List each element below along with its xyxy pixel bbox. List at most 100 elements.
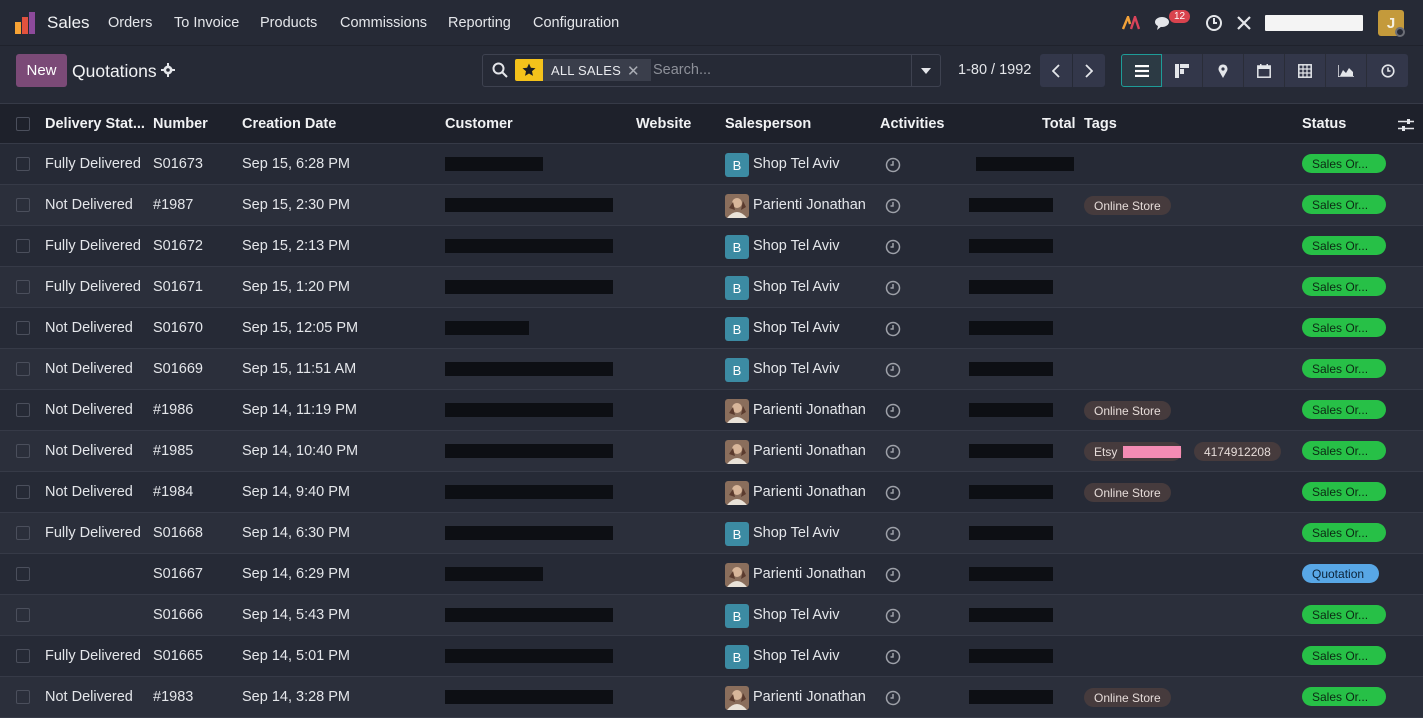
- enterprise-logo-icon[interactable]: [1120, 12, 1142, 34]
- col-salesperson[interactable]: Salesperson: [725, 116, 811, 132]
- tools-icon[interactable]: [1233, 12, 1255, 34]
- tag-label: Etsy: [1094, 444, 1118, 459]
- list-icon: [1134, 64, 1149, 77]
- col-tags[interactable]: Tags: [1084, 116, 1117, 132]
- salesperson-name: Parienti Jonathan: [753, 197, 866, 213]
- table-row[interactable]: Fully Delivered S01672 Sep 15, 2:13 PM B Sho…: [0, 226, 1423, 267]
- activity-clock-icon[interactable]: [885, 239, 901, 255]
- table-row[interactable]: Fully Delivered S01671 Sep 15, 1:20 PM B Sho…: [0, 267, 1423, 308]
- kanban-view-button[interactable]: [1162, 54, 1203, 87]
- activity-clock-icon[interactable]: [885, 649, 901, 665]
- table-row[interactable]: Not Delivered #1984 Sep 14, 9:40 PM Parient…: [0, 472, 1423, 513]
- table-row[interactable]: Not Delivered #1986 Sep 14, 11:19 PM Parien…: [0, 390, 1423, 431]
- customer-redacted: [445, 567, 543, 581]
- col-customer[interactable]: Customer: [445, 116, 513, 132]
- delivery-status: Not Delivered: [45, 689, 133, 705]
- graph-view-button[interactable]: [1326, 54, 1367, 87]
- table-row[interactable]: Not Delivered S01669 Sep 15, 11:51 AM B Shop…: [0, 349, 1423, 390]
- delivery-status: Fully Delivered: [45, 156, 141, 172]
- row-checkbox[interactable]: [16, 198, 30, 212]
- col-creation-date[interactable]: Creation Date: [242, 116, 336, 132]
- col-total[interactable]: Total: [1042, 116, 1076, 132]
- pager-previous-button[interactable]: [1040, 54, 1072, 87]
- list-view-button[interactable]: [1121, 54, 1162, 87]
- table-row[interactable]: Not Delivered S01670 Sep 15, 12:05 PM B Shop…: [0, 308, 1423, 349]
- company-switcher[interactable]: [1265, 15, 1363, 31]
- menu-to-invoice[interactable]: To Invoice: [174, 15, 239, 31]
- activity-clock-icon[interactable]: [885, 362, 901, 378]
- activity-clock-icon[interactable]: [1203, 12, 1225, 34]
- row-checkbox[interactable]: [16, 403, 30, 417]
- table-row[interactable]: Fully Delivered S01673 Sep 15, 6:28 PM B Sho…: [0, 144, 1423, 185]
- table-row[interactable]: S01666 Sep 14, 5:43 PM B Shop Tel Aviv Sales…: [0, 595, 1423, 636]
- pivot-view-button[interactable]: [1285, 54, 1326, 87]
- select-all-checkbox[interactable]: [16, 117, 30, 131]
- activity-clock-icon[interactable]: [885, 321, 901, 337]
- search-input[interactable]: [653, 59, 908, 81]
- remove-facet-icon[interactable]: ✕: [627, 62, 640, 80]
- gear-icon[interactable]: [161, 63, 175, 77]
- pager-value[interactable]: 1-80 / 1992: [958, 62, 1031, 78]
- col-website[interactable]: Website: [636, 116, 691, 132]
- table-row[interactable]: S01667 Sep 14, 6:29 PM Parienti Jonathan Qu…: [0, 554, 1423, 595]
- status-label: Sales Or...: [1312, 607, 1369, 622]
- row-checkbox[interactable]: [16, 567, 30, 581]
- row-checkbox[interactable]: [16, 526, 30, 540]
- status-badge: Quotation: [1302, 564, 1379, 583]
- activity-clock-icon[interactable]: [885, 444, 901, 460]
- row-checkbox[interactable]: [16, 485, 30, 499]
- menu-products[interactable]: Products: [260, 15, 317, 31]
- kanban-icon: [1175, 63, 1189, 78]
- col-activities[interactable]: Activities: [880, 116, 944, 132]
- activity-clock-icon[interactable]: [885, 280, 901, 296]
- row-checkbox[interactable]: [16, 649, 30, 663]
- menu-reporting[interactable]: Reporting: [448, 15, 511, 31]
- table-row[interactable]: Fully Delivered S01665 Sep 14, 5:01 PM B Sho…: [0, 636, 1423, 677]
- table-row[interactable]: Not Delivered #1985 Sep 14, 10:40 PM Parien…: [0, 431, 1423, 472]
- search-icon[interactable]: [492, 62, 508, 78]
- activity-clock-icon[interactable]: [885, 157, 901, 173]
- search-facet-label: ALL SALES: [551, 62, 621, 78]
- activity-clock-icon[interactable]: [885, 608, 901, 624]
- activity-clock-icon[interactable]: [885, 198, 901, 214]
- sales-app-icon[interactable]: [14, 12, 38, 34]
- activity-clock-icon[interactable]: [885, 690, 901, 706]
- salesperson-avatar: B: [725, 522, 749, 546]
- pager-next-button[interactable]: [1073, 54, 1105, 87]
- row-checkbox[interactable]: [16, 362, 30, 376]
- row-checkbox[interactable]: [16, 321, 30, 335]
- menu-configuration[interactable]: Configuration: [533, 15, 619, 31]
- search-options-toggle[interactable]: [911, 55, 940, 86]
- status-label: Sales Or...: [1312, 648, 1369, 663]
- menu-commissions[interactable]: Commissions: [340, 15, 427, 31]
- activity-clock-icon[interactable]: [885, 567, 901, 583]
- map-pin-icon: [1218, 63, 1228, 78]
- salesperson-avatar: B: [725, 235, 749, 259]
- order-number: S01670: [153, 320, 203, 336]
- column-settings-icon[interactable]: [1398, 118, 1414, 132]
- row-checkbox[interactable]: [16, 280, 30, 294]
- table-row[interactable]: Fully Delivered S01668 Sep 14, 6:30 PM B Sho…: [0, 513, 1423, 554]
- activity-clock-icon[interactable]: [885, 403, 901, 419]
- total-redacted: [969, 649, 1053, 663]
- row-checkbox[interactable]: [16, 608, 30, 622]
- activity-clock-icon[interactable]: [885, 526, 901, 542]
- table-row[interactable]: Not Delivered #1987 Sep 15, 2:30 PM Parient…: [0, 185, 1423, 226]
- col-status[interactable]: Status: [1302, 116, 1346, 132]
- customer-redacted: [445, 239, 613, 253]
- map-view-button[interactable]: [1203, 54, 1244, 87]
- activity-view-button[interactable]: [1367, 54, 1408, 87]
- calendar-view-button[interactable]: [1244, 54, 1285, 87]
- row-checkbox[interactable]: [16, 444, 30, 458]
- row-checkbox[interactable]: [16, 690, 30, 704]
- activity-clock-icon[interactable]: [885, 485, 901, 501]
- new-button[interactable]: New: [16, 54, 67, 87]
- delivery-status: Not Delivered: [45, 484, 133, 500]
- row-checkbox[interactable]: [16, 239, 30, 253]
- col-delivery-status[interactable]: Delivery Stat...: [45, 116, 145, 132]
- app-name[interactable]: Sales: [47, 13, 90, 33]
- row-checkbox[interactable]: [16, 157, 30, 171]
- menu-orders[interactable]: Orders: [108, 15, 152, 31]
- total-redacted: [969, 403, 1053, 417]
- col-number[interactable]: Number: [153, 116, 208, 132]
